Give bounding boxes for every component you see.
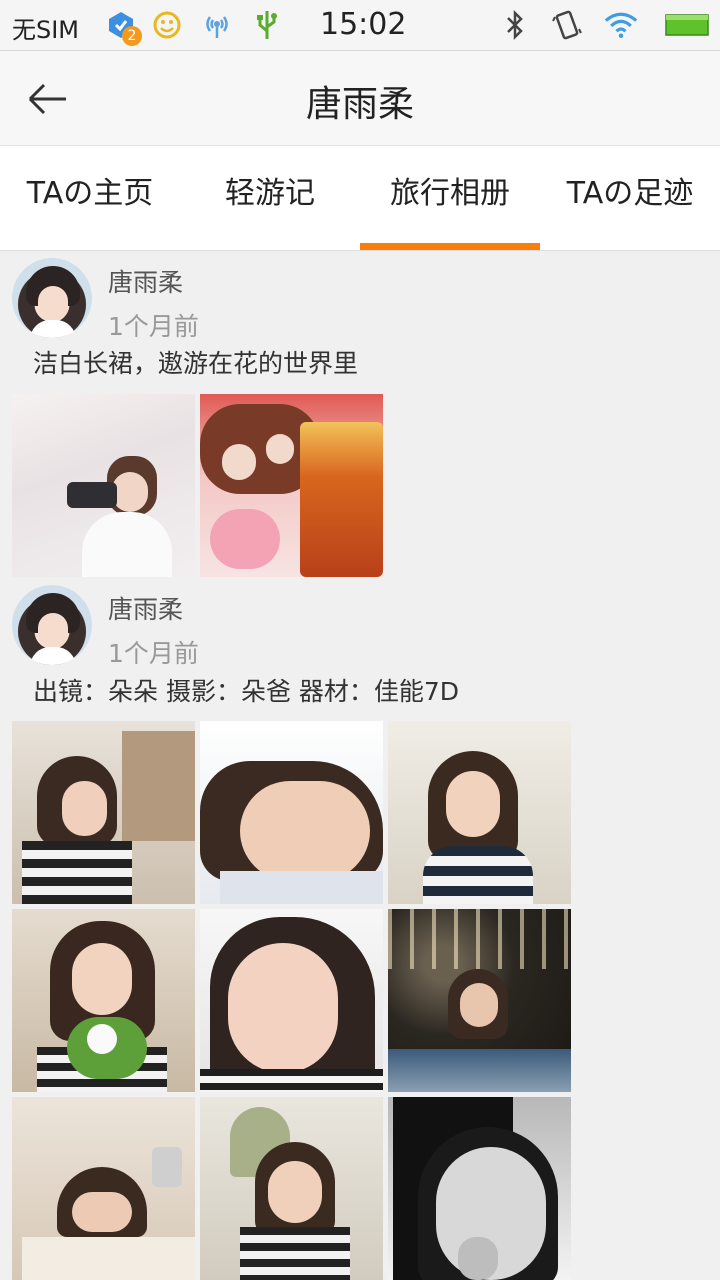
tab-travel-album[interactable]: 旅行相册 (360, 146, 540, 250)
tab-travel-notes[interactable]: 轻游记 (180, 146, 360, 250)
hotspot-icon (200, 8, 234, 42)
tab-label: 旅行相册 (390, 176, 510, 211)
battery-icon (664, 8, 710, 42)
post-time: 1个月前 (108, 639, 199, 668)
active-tab-indicator (360, 243, 540, 250)
album-photo[interactable] (200, 909, 383, 1092)
usb-icon (250, 8, 284, 42)
avatar[interactable] (12, 585, 92, 665)
album-photo[interactable] (388, 1097, 571, 1280)
tab-footprints[interactable]: TAの足迹 (540, 146, 720, 250)
album-photo[interactable] (388, 909, 571, 1092)
tab-label: TAの主页 (26, 176, 154, 211)
post-description: 出镜：朵朵 摄影：朵爸 器材：佳能7D (33, 677, 460, 706)
bluetooth-icon (498, 8, 532, 42)
tab-label: TAの足迹 (566, 176, 694, 211)
tab-bar: TAの主页 轻游记 旅行相册 TAの足迹 (0, 146, 720, 251)
clock: 15:02 (320, 7, 407, 42)
wifi-icon (604, 8, 638, 42)
page-title: 唐雨柔 (305, 84, 414, 125)
app-notification-icon: 2 (104, 8, 142, 46)
tab-label: 轻游记 (225, 176, 315, 211)
notification-badge: 2 (122, 26, 142, 46)
album-photo[interactable] (200, 394, 383, 577)
author-name[interactable]: 唐雨柔 (108, 590, 183, 626)
album-photo[interactable] (200, 721, 383, 904)
album-photo[interactable] (200, 1097, 383, 1280)
carrier-label: 无SIM (12, 16, 80, 44)
smiley-icon (150, 8, 184, 42)
title-bar: 唐雨柔 (0, 51, 720, 146)
album-photo[interactable] (12, 394, 195, 577)
post-description: 洁白长裙，遨游在花的世界里 (33, 349, 359, 378)
vibrate-icon (550, 8, 584, 42)
album-photo[interactable] (12, 721, 195, 904)
author-name[interactable]: 唐雨柔 (108, 263, 183, 299)
album-photo[interactable] (12, 1097, 195, 1280)
avatar[interactable] (12, 258, 92, 338)
post-time: 1个月前 (108, 312, 199, 341)
album-photo[interactable] (12, 909, 195, 1092)
status-bar: 无SIM 2 15:02 (0, 0, 720, 51)
album-photo[interactable] (388, 721, 571, 904)
tab-home[interactable]: TAの主页 (0, 146, 180, 250)
